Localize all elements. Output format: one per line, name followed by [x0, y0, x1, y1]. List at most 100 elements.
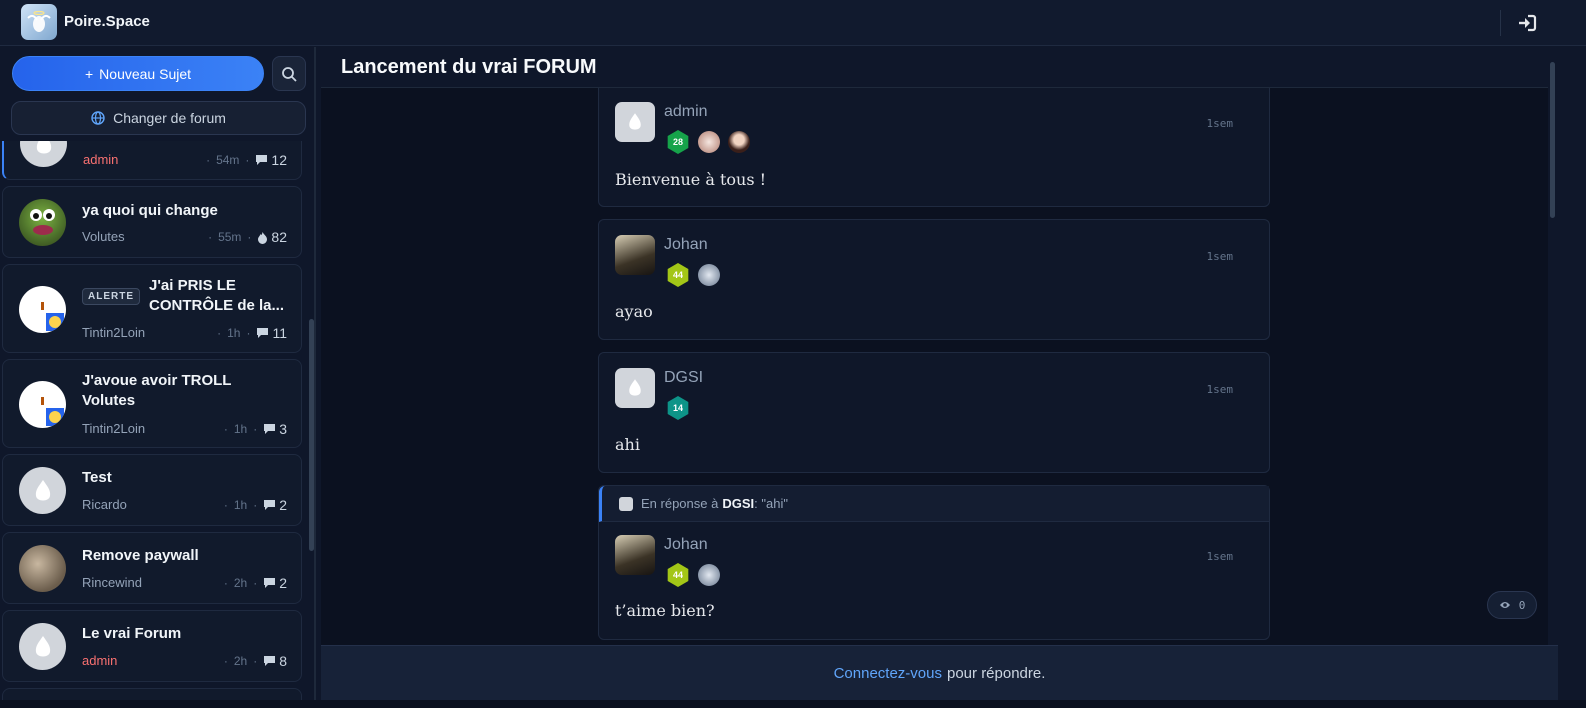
comment-icon [257, 328, 269, 338]
pear-avatar[interactable] [615, 368, 655, 408]
post-time: 1sem [1206, 250, 1234, 263]
rock-badge-icon [698, 564, 720, 586]
topic-count: 3 [263, 421, 287, 437]
post-author[interactable]: Johan [664, 536, 708, 554]
brand-name[interactable]: Poire.Space [64, 13, 150, 30]
post-body: ayao [615, 302, 653, 321]
topbar-divider [1500, 10, 1501, 36]
topic-meta: · 55m · 82 [208, 229, 287, 245]
post: admin 1sem 28 Bienvenue à tous ! [598, 88, 1270, 207]
change-forum-button[interactable]: Changer de forum [11, 101, 306, 135]
topic-title-line2: Volutes [82, 392, 136, 409]
topic-meta: · 2h · 8 [223, 653, 287, 669]
topic-count: 8 [263, 653, 287, 669]
sidebar-scrollbar[interactable] [309, 319, 314, 551]
post-badges: 44 [666, 563, 720, 587]
alert-badge: ALERTE [82, 288, 140, 305]
post-body: Bienvenue à tous ! [615, 170, 767, 189]
topic-item[interactable]: ya quoi qui change Volutes · 55m · 82 [2, 186, 302, 258]
topic-count: 82 [257, 229, 287, 245]
comment-icon [264, 578, 276, 588]
login-link[interactable]: Connectez-vous [834, 665, 942, 682]
level-badge: 28 [667, 130, 689, 154]
topic-item[interactable]: Remove paywall Rincewind · 2h · 2 [2, 532, 302, 604]
pear-avatar[interactable] [615, 102, 655, 142]
main-scrollbar[interactable] [1550, 62, 1555, 218]
topic-title-line2: CONTRÔLE de la... [149, 297, 285, 314]
reply-footer: Connectez-vous pour répondre. [321, 645, 1558, 700]
reply-to-author: DGSI [722, 496, 755, 511]
topic-author: admin [82, 653, 118, 668]
post-author[interactable]: admin [664, 103, 708, 121]
frog-avatar [19, 199, 66, 246]
post: DGSI 1sem 14 ahi [598, 352, 1270, 473]
reply-context[interactable]: En réponse à DGSI: "ahi" [599, 486, 1269, 522]
topic-time: 2h [233, 654, 248, 668]
level-badge: 44 [667, 563, 689, 587]
topic-author: Ricardo [82, 497, 127, 512]
rock-badge-icon [698, 264, 720, 286]
comment-icon [264, 500, 276, 510]
post-badges: 14 [666, 396, 690, 420]
eye-icon [1499, 602, 1510, 608]
cat-avatar [19, 545, 66, 592]
topic-item[interactable]: Le vrai Forum admin · 2h · 8 [2, 610, 302, 682]
topic-author: Rincewind [82, 575, 142, 590]
viewer-count: 0 [1487, 591, 1537, 619]
thread-posts: admin 1sem 28 Bienvenue à tous ! Johan 1… [321, 88, 1548, 645]
page-title: Lancement du vrai FORUM [341, 56, 597, 78]
topic-author: admin [83, 152, 119, 167]
viewer-number: 0 [1518, 598, 1526, 612]
pear-avatar-icon [619, 496, 633, 511]
level-badge: 14 [667, 396, 689, 420]
pear-avatar [19, 467, 66, 514]
topic-time: 2h [233, 576, 248, 590]
post-badges: 28 [666, 130, 750, 154]
topic-meta: · 1h · 3 [223, 421, 287, 437]
pear-avatar [19, 623, 66, 670]
level-badge: 44 [667, 263, 689, 287]
post-body: ahi [615, 435, 640, 454]
top-bar: Poire.Space [0, 0, 1586, 46]
post: Johan 1sem 44 ayao [598, 219, 1270, 340]
johan-avatar[interactable] [615, 535, 655, 575]
topic-meta: · 2h · 2 [223, 575, 287, 591]
johan-avatar[interactable] [615, 235, 655, 275]
topic-title: Test [82, 469, 112, 486]
topic-time: 54m [216, 153, 240, 167]
new-topic-button[interactable]: + Nouveau Sujet [12, 56, 264, 91]
topic-meta: · 1h · 2 [223, 497, 287, 513]
footer-suffix: pour répondre. [947, 664, 1046, 682]
topic-count: 12 [255, 152, 287, 168]
topic-item[interactable]: ALERTE J'ai PRIS LE CONTRÔLE de la... Ti… [2, 264, 302, 353]
topic-title: Le vrai Forum [82, 625, 182, 642]
topic-meta: · 54m · 12 [206, 152, 287, 168]
topic-item[interactable]: Test Ricardo · 1h · 2 [2, 454, 302, 526]
post-body: t’aime bien? [615, 601, 715, 620]
pear-angel-logo[interactable] [21, 4, 57, 40]
topic-title: ya quoi qui change [82, 202, 218, 219]
topic-author: Volutes [82, 229, 125, 244]
bottom-edge [0, 700, 1586, 708]
thread-header: Lancement du vrai FORUM [321, 47, 1548, 88]
search-icon [282, 66, 297, 82]
topic-time: 1h [233, 422, 248, 436]
post-author[interactable]: Johan [664, 236, 708, 254]
sign-in-icon[interactable] [1516, 12, 1538, 34]
doll-badge-icon [698, 131, 720, 153]
fire-icon [258, 231, 268, 244]
reply-quote: : "ahi" [754, 496, 788, 511]
reply-prefix: En réponse à [641, 496, 719, 511]
topic-title-line1: J'avoue avoir TROLL [82, 372, 232, 389]
comment-icon [256, 155, 268, 165]
globe-icon [91, 111, 105, 125]
pear-avatar [20, 141, 67, 167]
topic-author: Tintin2Loin [82, 421, 146, 436]
search-button[interactable] [272, 56, 306, 91]
topic-item[interactable]: J'avoue avoir TROLL Volutes Tintin2Loin … [2, 359, 302, 448]
topic-time: 1h [233, 498, 248, 512]
change-forum-label: Changer de forum [113, 110, 226, 126]
post-time: 1sem [1206, 550, 1234, 563]
topic-item[interactable]: admin · 54m · 12 [2, 141, 302, 180]
post-author[interactable]: DGSI [664, 369, 703, 387]
